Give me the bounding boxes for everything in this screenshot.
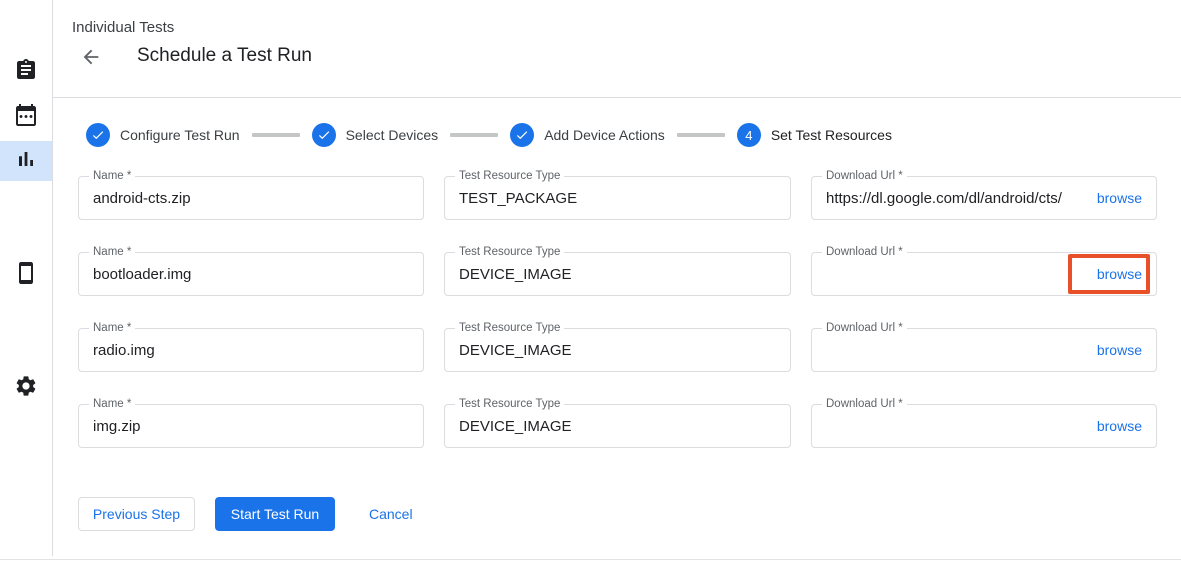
field-label: Name * bbox=[89, 398, 135, 411]
browse-button-row4[interactable]: browse bbox=[1091, 405, 1156, 447]
field-label: Name * bbox=[89, 322, 135, 335]
field-value: img.zip bbox=[79, 418, 423, 435]
stepper: Configure Test Run Select Devices Add De… bbox=[86, 122, 892, 148]
field-label: Download Url * bbox=[822, 398, 907, 411]
resource-type-field-row3[interactable]: Test Resource Type DEVICE_IMAGE bbox=[444, 328, 791, 372]
download-url-field-row3[interactable]: Download Url * browse bbox=[811, 328, 1157, 372]
assignment-icon bbox=[14, 58, 38, 87]
name-field-row3[interactable]: Name * radio.img bbox=[78, 328, 424, 372]
resource-type-field-row1[interactable]: Test Resource Type TEST_PACKAGE bbox=[444, 176, 791, 220]
step-label: Add Device Actions bbox=[544, 127, 665, 143]
field-label: Download Url * bbox=[822, 170, 907, 183]
bar-chart-icon bbox=[14, 147, 38, 176]
sidebar-item-settings[interactable] bbox=[0, 368, 52, 408]
name-field-row2[interactable]: Name * bootloader.img bbox=[78, 252, 424, 296]
field-value: radio.img bbox=[79, 342, 423, 359]
field-value: https://dl.google.com/dl/android/cts/ bbox=[812, 190, 1091, 207]
name-field-row1[interactable]: Name * android-cts.zip bbox=[78, 176, 424, 220]
resource-type-field-row4[interactable]: Test Resource Type DEVICE_IMAGE bbox=[444, 404, 791, 448]
step-configure-test-run[interactable]: Configure Test Run bbox=[86, 123, 240, 147]
step-label: Configure Test Run bbox=[120, 127, 240, 143]
step-label: Select Devices bbox=[346, 127, 439, 143]
field-label: Download Url * bbox=[822, 246, 907, 259]
field-value: DEVICE_IMAGE bbox=[445, 342, 790, 359]
sidebar-item-test-runs[interactable] bbox=[0, 141, 52, 181]
window-bottom-edge bbox=[0, 559, 1181, 560]
step-select-devices[interactable]: Select Devices bbox=[312, 123, 439, 147]
download-url-field-row4[interactable]: Download Url * browse bbox=[811, 404, 1157, 448]
field-label: Name * bbox=[89, 246, 135, 259]
header-divider bbox=[53, 97, 1181, 98]
step-add-device-actions[interactable]: Add Device Actions bbox=[510, 123, 665, 147]
field-label: Test Resource Type bbox=[455, 322, 564, 335]
stepper-connector bbox=[450, 133, 498, 137]
field-label: Download Url * bbox=[822, 322, 907, 335]
field-value: DEVICE_IMAGE bbox=[445, 418, 790, 435]
field-value: DEVICE_IMAGE bbox=[445, 266, 790, 283]
field-value: bootloader.img bbox=[79, 266, 423, 283]
sidebar-item-test-plans[interactable] bbox=[0, 97, 52, 137]
breadcrumb: Individual Tests bbox=[72, 19, 174, 36]
step-set-test-resources[interactable]: 4 Set Test Resources bbox=[737, 123, 892, 147]
sidebar bbox=[0, 0, 53, 556]
field-label: Test Resource Type bbox=[455, 398, 564, 411]
download-url-field-row2[interactable]: Download Url * browse bbox=[811, 252, 1157, 296]
back-button[interactable] bbox=[78, 45, 104, 71]
page-title: Schedule a Test Run bbox=[137, 45, 312, 67]
field-value: android-cts.zip bbox=[79, 190, 423, 207]
browse-button-row3[interactable]: browse bbox=[1091, 329, 1156, 371]
step-done-check-icon bbox=[86, 123, 110, 147]
field-label: Name * bbox=[89, 170, 135, 183]
back-arrow-icon bbox=[80, 46, 102, 71]
browse-button-row2[interactable]: browse bbox=[1091, 253, 1156, 295]
smartphone-icon bbox=[14, 261, 38, 290]
start-test-run-button[interactable]: Start Test Run bbox=[215, 497, 335, 531]
stepper-connector bbox=[252, 133, 300, 137]
previous-step-button[interactable]: Previous Step bbox=[78, 497, 195, 531]
step-number-badge: 4 bbox=[737, 123, 761, 147]
browse-button-row1[interactable]: browse bbox=[1091, 177, 1156, 219]
sidebar-item-tests[interactable] bbox=[0, 52, 52, 92]
step-done-check-icon bbox=[510, 123, 534, 147]
field-label: Test Resource Type bbox=[455, 246, 564, 259]
name-field-row4[interactable]: Name * img.zip bbox=[78, 404, 424, 448]
step-done-check-icon bbox=[312, 123, 336, 147]
download-url-field-row1[interactable]: Download Url * https://dl.google.com/dl/… bbox=[811, 176, 1157, 220]
field-label: Test Resource Type bbox=[455, 170, 564, 183]
resource-type-field-row2[interactable]: Test Resource Type DEVICE_IMAGE bbox=[444, 252, 791, 296]
cancel-button[interactable]: Cancel bbox=[369, 497, 413, 531]
field-value: TEST_PACKAGE bbox=[445, 190, 790, 207]
sidebar-item-devices[interactable] bbox=[0, 255, 52, 295]
calendar-icon bbox=[14, 103, 38, 132]
action-bar: Previous Step Start Test Run Cancel bbox=[78, 497, 413, 531]
step-label: Set Test Resources bbox=[771, 127, 892, 143]
test-resources-form: Name * android-cts.zip Test Resource Typ… bbox=[78, 176, 1157, 448]
gear-icon bbox=[14, 374, 38, 403]
stepper-connector bbox=[677, 133, 725, 137]
